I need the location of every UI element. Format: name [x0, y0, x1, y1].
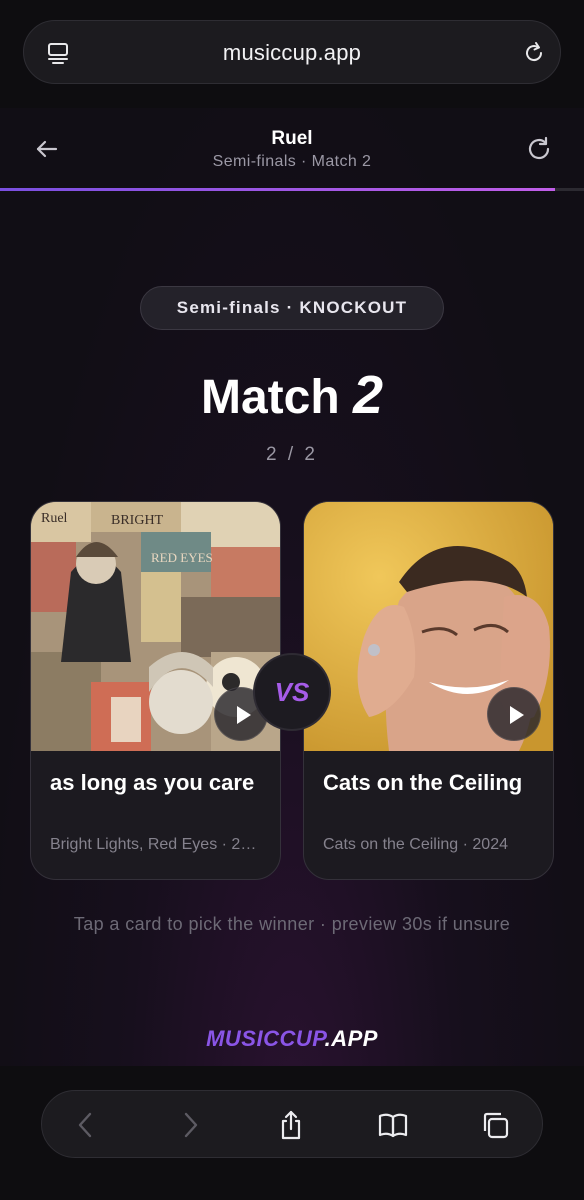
browser-bottom-bar [0, 1066, 584, 1200]
brand-logo-part2: .APP [324, 1026, 378, 1051]
svg-text:RED EYES: RED EYES [151, 550, 213, 565]
app-header: Ruel Semi-finals · Match 2 [0, 108, 584, 190]
browser-top-bar: musiccup.app [0, 0, 584, 108]
progress-bar [0, 188, 584, 191]
song-meta-left: Bright Lights, Red Eyes · 2023 [50, 836, 265, 853]
forward-icon[interactable] [174, 1109, 206, 1141]
match-number: 2 [352, 365, 384, 425]
progress-fill [0, 188, 555, 191]
vs-badge: VS [253, 653, 331, 731]
match-heading: Match 2 [0, 364, 584, 426]
match-counter: 2 / 2 [266, 444, 318, 465]
round-badge: Semi-finals · KNOCKOUT [140, 286, 444, 330]
url-text[interactable]: musiccup.app [24, 40, 560, 66]
tabs-icon[interactable] [479, 1109, 511, 1141]
page: musiccup.app Ruel Semi-finals · Match 2 [0, 0, 584, 1200]
reload-icon[interactable] [520, 39, 548, 67]
address-bar[interactable]: musiccup.app [23, 20, 561, 84]
instruction-hint: Tap a card to pick the winner · preview … [73, 914, 511, 934]
share-icon[interactable] [275, 1109, 307, 1141]
artist-title: Ruel [271, 128, 313, 149]
song-title-left: as long as you care [50, 770, 255, 795]
song-meta-right: Cats on the Ceiling · 2024 [323, 836, 508, 853]
song-card-right[interactable]: Cats on the Ceiling Cats on the Ceiling … [303, 501, 554, 880]
play-preview-button-right[interactable] [487, 687, 541, 741]
refresh-icon[interactable] [524, 134, 554, 164]
song-title-right: Cats on the Ceiling [323, 770, 523, 795]
svg-text:Ruel: Ruel [41, 511, 68, 526]
brand-logo[interactable]: MUSICCUP.APP [0, 1026, 584, 1052]
svg-text:BRIGHT: BRIGHT [111, 513, 164, 528]
brand-logo-part1: MUSICCUP [206, 1026, 325, 1051]
round-subtitle: Semi-finals · Match 2 [212, 153, 372, 170]
song-card-left[interactable]: Ruel BRIGHT RED EYES as long as you care… [30, 501, 281, 880]
match-label: Match [200, 371, 340, 424]
app-content: Ruel Semi-finals · Match 2 Semi-finals ·… [0, 108, 584, 1066]
browser-toolbar [41, 1090, 543, 1158]
back-icon[interactable] [70, 1109, 102, 1141]
bookmarks-icon[interactable] [377, 1109, 409, 1141]
